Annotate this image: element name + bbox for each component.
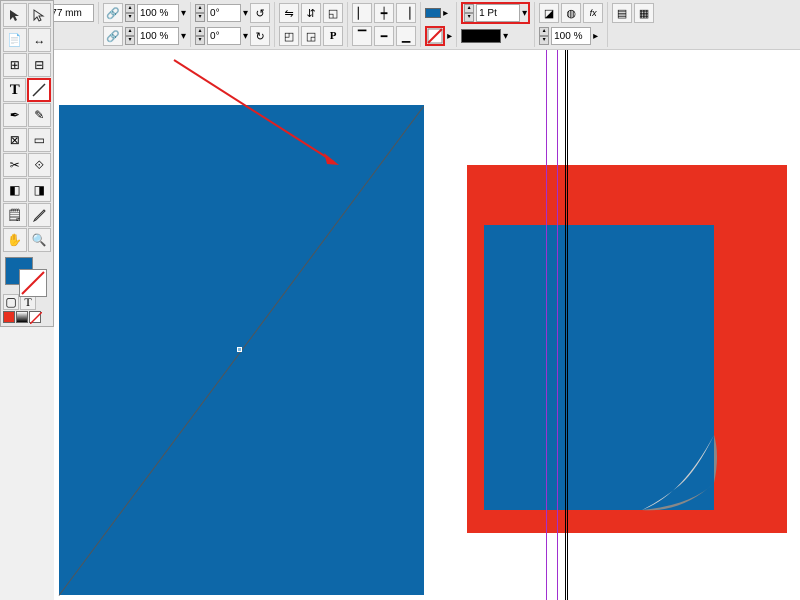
annotation-arrow: [54, 50, 454, 250]
effects-group: ◪ ◍ fx ▴▾ ▸: [539, 2, 608, 47]
stroke-weight-group: ▴▾ ▾ ▾: [461, 2, 535, 47]
gradient-swatch-tool-icon[interactable]: ◧: [3, 178, 27, 202]
drop-shadow-icon[interactable]: ◪: [539, 3, 559, 23]
rot2-spinner[interactable]: ▴▾: [195, 27, 205, 45]
flip-vertical-icon[interactable]: ⇵: [301, 3, 321, 23]
rectangle-frame-tool-icon[interactable]: ⊠: [3, 128, 27, 152]
scale-y-spinner[interactable]: ▴▾: [125, 27, 135, 45]
stroke-dropdown-icon[interactable]: ▸: [447, 31, 452, 42]
select-prev-icon[interactable]: ◲: [301, 26, 321, 46]
align-top-icon[interactable]: ▔: [352, 26, 372, 46]
page-edge-guide: [565, 50, 566, 600]
stroke-style-swatch[interactable]: [461, 29, 501, 43]
content-collector-icon[interactable]: ⊞: [3, 53, 27, 77]
apply-none-icon[interactable]: [29, 311, 41, 323]
ruler-guide[interactable]: [546, 50, 547, 600]
dropdown-arrow-icon[interactable]: ▾: [181, 8, 186, 19]
scissors-tool-icon[interactable]: ✂: [3, 153, 27, 177]
options-bar: 🔗 ▴▾ ▾ 🔗 ▴▾ ▾ ▴▾ ▾ ↺ ▴▾ ▾ ↻ ⇋ ⇵: [0, 0, 800, 50]
stroke-color-swatch[interactable]: [19, 269, 47, 297]
stroke-weight-spinner[interactable]: ▴▾: [464, 4, 474, 22]
dropdown-arrow-icon[interactable]: ▾: [181, 31, 186, 42]
fill-dropdown-icon[interactable]: ▸: [443, 8, 448, 19]
note-tool-icon[interactable]: 🗒: [3, 203, 27, 227]
formatting-container-icon[interactable]: ▢: [3, 294, 19, 310]
dropdown-arrow-icon[interactable]: ▾: [243, 8, 248, 19]
select-content-icon[interactable]: ◰: [279, 26, 299, 46]
content-placer-icon[interactable]: ⊟: [28, 53, 52, 77]
selection-tool-icon[interactable]: [3, 3, 27, 27]
dropdown-arrow-icon[interactable]: ▸: [593, 31, 598, 42]
rot1-spinner[interactable]: ▴▾: [195, 4, 205, 22]
fill-swatch[interactable]: [425, 8, 441, 18]
document-canvas[interactable]: [54, 50, 800, 600]
selection-handle[interactable]: [237, 347, 242, 352]
page-curl-effect: [642, 435, 727, 520]
apply-gradient-icon[interactable]: [16, 311, 28, 323]
page-tool-icon[interactable]: 📄: [3, 28, 27, 52]
no-stroke-icon[interactable]: [425, 26, 445, 46]
flip-horizontal-icon[interactable]: ⇋: [279, 3, 299, 23]
gradient-feather-tool-icon[interactable]: ◨: [28, 178, 52, 202]
direct-selection-tool-icon[interactable]: [28, 3, 52, 27]
feather-icon[interactable]: ◍: [561, 3, 581, 23]
align-center-icon[interactable]: ┿: [374, 3, 394, 23]
fx-icon[interactable]: fx: [583, 3, 603, 23]
paragraph-icon[interactable]: P: [323, 26, 343, 46]
page-edge-guide: [567, 50, 568, 600]
tools-panel: 📄 ↔ ⊞ ⊟ T ✒ ✎ ⊠ ▭ ✂ ⟐ ◧ ◨ 🗒 ✋ 🔍 ▢: [0, 0, 54, 327]
pen-tool-icon[interactable]: ✒: [3, 103, 27, 127]
apply-color-icon[interactable]: [3, 311, 15, 323]
scale-x-input[interactable]: [137, 4, 179, 22]
ruler-guide[interactable]: [557, 50, 558, 600]
stroke-weight-input[interactable]: [476, 4, 520, 22]
scale-group: 🔗 ▴▾ ▾ 🔗 ▴▾ ▾: [103, 2, 191, 47]
eyedropper-tool-icon[interactable]: [28, 203, 52, 227]
line-tool-icon[interactable]: [27, 78, 51, 102]
dropdown-arrow-icon[interactable]: ▾: [522, 8, 527, 19]
type-tool-icon[interactable]: T: [3, 78, 26, 102]
text-wrap-icon-2[interactable]: ▦: [634, 3, 654, 23]
hand-tool-icon[interactable]: ✋: [3, 228, 27, 252]
opacity-spinner[interactable]: ▴▾: [539, 27, 549, 45]
free-transform-tool-icon[interactable]: ⟐: [28, 153, 52, 177]
align-left-icon[interactable]: ▏: [352, 3, 372, 23]
arrange-group: ▏ ┿ ▕ ▔ ━ ▁: [352, 2, 421, 47]
zoom-tool-icon[interactable]: 🔍: [28, 228, 52, 252]
rotation2-input[interactable]: [207, 27, 241, 45]
text-wrap-group: ▤ ▦: [612, 2, 658, 24]
flip-group: ⇋ ⇵ ◱ ◰ ◲ P: [279, 2, 348, 47]
rotate-cw-icon[interactable]: ↻: [250, 26, 270, 46]
align-middle-icon[interactable]: ━: [374, 26, 394, 46]
rotation-group: ▴▾ ▾ ↺ ▴▾ ▾ ↻: [195, 2, 275, 47]
rectangle-tool-icon[interactable]: ▭: [28, 128, 52, 152]
fill-stroke-group: ▸ ▸: [425, 2, 457, 47]
opacity-input[interactable]: [551, 27, 591, 45]
rotation1-input[interactable]: [207, 4, 241, 22]
pencil-tool-icon[interactable]: ✎: [28, 103, 52, 127]
dropdown-arrow-icon[interactable]: ▾: [503, 31, 508, 42]
align-right-icon[interactable]: ▕: [396, 3, 416, 23]
link-scale-icon-2[interactable]: 🔗: [103, 26, 123, 46]
dropdown-arrow-icon[interactable]: ▾: [243, 31, 248, 42]
link-scale-icon[interactable]: 🔗: [103, 3, 123, 23]
select-container-icon[interactable]: ◱: [323, 3, 343, 23]
text-wrap-icon[interactable]: ▤: [612, 3, 632, 23]
gap-tool-icon[interactable]: ↔: [28, 28, 52, 52]
scale-y-input[interactable]: [137, 27, 179, 45]
align-bottom-icon[interactable]: ▁: [396, 26, 416, 46]
scale-x-spinner[interactable]: ▴▾: [125, 4, 135, 22]
rotate-ccw-icon[interactable]: ↺: [250, 3, 270, 23]
